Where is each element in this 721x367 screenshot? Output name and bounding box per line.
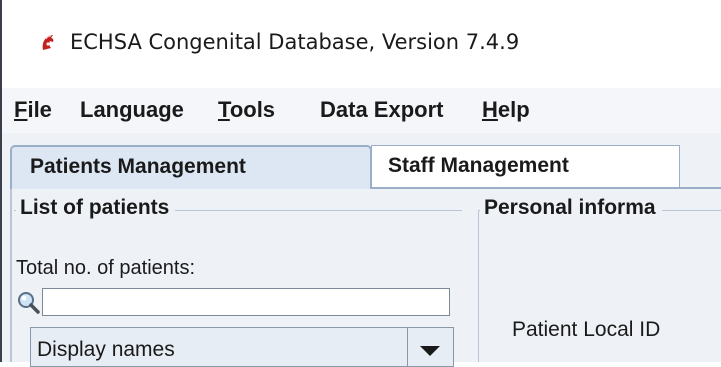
menu-tools[interactable]: Tools bbox=[218, 88, 275, 133]
patients-list-title: List of patients bbox=[16, 196, 176, 220]
search-icon bbox=[18, 292, 40, 314]
display-mode-select[interactable]: Display names bbox=[30, 327, 454, 367]
personal-info-title: Personal informa bbox=[480, 196, 662, 220]
tab-patients-management[interactable]: Patients Management bbox=[10, 145, 372, 189]
display-mode-value: Display names bbox=[37, 338, 175, 361]
patient-search-input[interactable] bbox=[42, 288, 450, 316]
menu-bar: File Language Tools Data Export Help bbox=[2, 88, 721, 133]
menu-language[interactable]: Language bbox=[80, 88, 184, 133]
patient-local-id-label: Patient Local ID bbox=[512, 318, 661, 341]
display-mode-dropdown-button[interactable] bbox=[407, 328, 453, 366]
menu-data-export[interactable]: Data Export bbox=[320, 88, 443, 133]
window-title: ECHSA Congenital Database, Version 7.4.9 bbox=[70, 30, 520, 54]
tab-staff-management[interactable]: Staff Management bbox=[371, 145, 680, 187]
total-patients-label: Total no. of patients: bbox=[16, 257, 196, 279]
personal-info-border-left bbox=[478, 210, 479, 362]
app-icon bbox=[42, 35, 54, 50]
chevron-down-icon bbox=[420, 346, 440, 356]
main-content: Patients Management Staff Management Lis… bbox=[2, 133, 721, 367]
title-bar: ECHSA Congenital Database, Version 7.4.9 bbox=[2, 0, 721, 88]
menu-help[interactable]: Help bbox=[482, 88, 530, 133]
menu-file[interactable]: File bbox=[14, 88, 52, 133]
